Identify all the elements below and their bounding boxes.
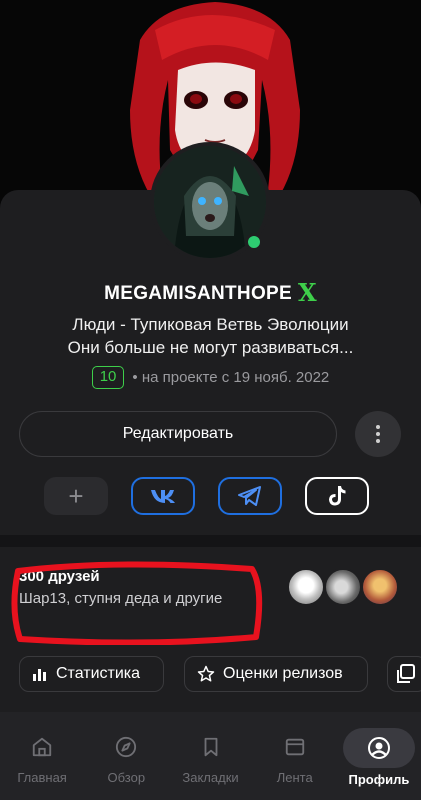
level-badge[interactable]: 10 <box>91 365 125 389</box>
telegram-icon <box>238 486 261 506</box>
edit-profile-button[interactable]: Редактировать <box>19 411 337 457</box>
statistics-button[interactable]: Статистика <box>19 656 164 692</box>
ratings-label: Оценки релизов <box>223 665 343 682</box>
section-divider <box>0 535 421 547</box>
nav-label: Главная <box>17 770 67 785</box>
star-icon <box>197 665 215 682</box>
nav-bookmarks[interactable]: Закладки <box>168 712 252 800</box>
profile-meta: 10 • на проекте с 19 нояб. 2022 <box>0 365 421 389</box>
release-ratings-button[interactable]: Оценки релизов <box>184 656 368 692</box>
profile-icon <box>367 737 390 759</box>
nav-label: Обзор <box>107 770 146 785</box>
bio-line: Они больше не могут развиваться... <box>67 338 354 357</box>
nav-feed[interactable]: Лента <box>253 712 337 800</box>
tiktok-link-button[interactable] <box>305 477 369 515</box>
username: MEGAMISANTHOPE <box>104 283 292 304</box>
nav-label: Профиль <box>348 772 410 787</box>
plus-icon: + <box>68 480 84 511</box>
friend-avatar[interactable] <box>361 568 399 606</box>
bookmark-icon <box>204 737 217 757</box>
bottom-navigation: Главная Обзор Закладки Лента Профиль <box>0 712 421 800</box>
profile-bio: Люди - Тупиковая Ветвь Эволюции Они боль… <box>0 313 421 359</box>
collection-icon <box>397 664 415 683</box>
feed-icon <box>285 738 304 756</box>
friends-names: Шар13, ступня деда и другие <box>19 590 223 607</box>
profile-card <box>0 190 421 730</box>
telegram-link-button[interactable] <box>218 477 282 515</box>
bio-line: Люди - Тупиковая Ветвь Эволюции <box>72 315 349 334</box>
nav-discover[interactable]: Обзор <box>84 712 168 800</box>
profile-username-row: MEGAMISANTHOPE X <box>0 278 421 307</box>
nav-profile[interactable]: Профиль <box>337 712 421 800</box>
joined-date: • на проекте с 19 нояб. 2022 <box>132 368 330 386</box>
tiktok-icon <box>329 486 346 506</box>
nav-label: Закладки <box>182 770 239 785</box>
badge-x-icon: X <box>297 278 317 307</box>
friends-count: 300 друзей <box>19 568 100 585</box>
compass-icon <box>116 736 137 758</box>
home-icon <box>32 737 52 757</box>
statistics-label: Статистика <box>56 665 141 682</box>
collections-button[interactable] <box>387 656 421 692</box>
friend-avatar[interactable] <box>324 568 362 606</box>
vk-link-button[interactable] <box>131 477 195 515</box>
dot <box>376 425 380 429</box>
online-status-dot <box>245 233 263 251</box>
nav-home[interactable]: Главная <box>0 712 84 800</box>
friend-avatar[interactable] <box>287 568 325 606</box>
dot <box>376 439 380 443</box>
vk-icon <box>151 490 175 503</box>
add-social-button[interactable]: + <box>44 477 108 515</box>
nav-label: Лента <box>276 770 313 785</box>
dot <box>376 432 380 436</box>
more-options-button[interactable] <box>355 411 401 457</box>
bar-chart-icon <box>33 669 46 681</box>
